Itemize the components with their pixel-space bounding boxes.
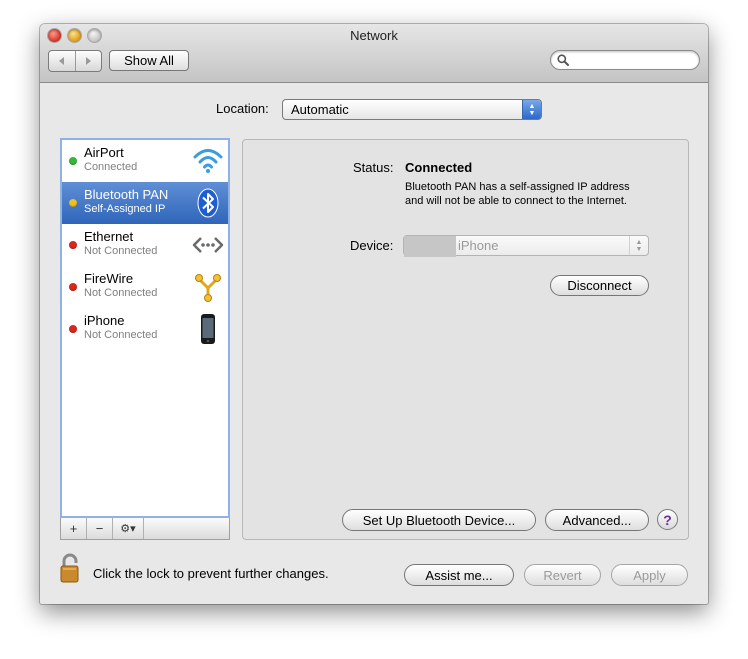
service-item-bluetooth-pan[interactable]: Bluetooth PAN Self-Assigned IP [62, 182, 228, 224]
window-title: Network [350, 28, 398, 43]
service-status: Not Connected [84, 329, 158, 341]
service-name: AirPort [84, 145, 124, 160]
service-list-toolbar: + − ⚙▾ [60, 518, 230, 540]
lock-message: Click the lock to prevent further change… [93, 566, 329, 581]
action-menu-button[interactable]: ⚙▾ [113, 518, 144, 539]
ethernet-icon [192, 237, 224, 253]
add-service-button[interactable]: + [61, 518, 87, 539]
status-dot-green [69, 157, 77, 165]
service-name: Bluetooth PAN [84, 187, 169, 202]
network-preferences-window: Network Show All Location: Automatic ▲ ▼ … [40, 24, 708, 604]
bluetooth-icon [197, 188, 219, 218]
service-name: iPhone [84, 313, 125, 328]
service-status: Not Connected [84, 287, 158, 299]
set-up-bluetooth-device-button[interactable]: Set Up Bluetooth Device... [342, 509, 536, 531]
wifi-icon [193, 149, 223, 173]
right-triangle-icon [86, 57, 92, 65]
lock-icon[interactable] [60, 552, 86, 584]
service-item-firewire[interactable]: FireWire Not Connected [62, 266, 228, 308]
disconnect-button[interactable]: Disconnect [550, 275, 649, 296]
apply-button[interactable]: Apply [611, 564, 688, 586]
location-label: Location: [216, 101, 269, 116]
service-status: Connected [84, 161, 138, 173]
remove-service-button[interactable]: − [87, 518, 113, 539]
back-forward-control [48, 50, 102, 72]
status-dot-red [69, 241, 77, 249]
show-all-button[interactable]: Show All [109, 50, 189, 71]
device-label: Device: [350, 238, 394, 253]
service-item-airport[interactable]: AirPort Connected [62, 140, 228, 182]
status-value: Connected [405, 160, 473, 175]
service-name: Ethernet [84, 229, 134, 244]
left-triangle-icon [58, 57, 64, 65]
firewire-icon [195, 274, 221, 302]
service-name: FireWire [84, 271, 134, 286]
service-detail-panel: Status: Connected Bluetooth PAN has a se… [242, 139, 689, 540]
service-status: Self-Assigned IP [84, 203, 166, 215]
back-button[interactable] [49, 51, 75, 71]
advanced-button[interactable]: Advanced... [545, 509, 649, 531]
location-value: Automatic [291, 102, 349, 117]
status-dot-red [69, 325, 77, 333]
service-list[interactable]: AirPort Connected Bluetooth PAN Self-Ass… [60, 138, 230, 518]
redacted-area [404, 236, 456, 257]
help-button[interactable]: ? [657, 509, 678, 530]
popup-arrows-icon: ▲ ▼ [629, 236, 648, 255]
device-popup[interactable]: iPhone ▲ ▼ [403, 235, 649, 257]
service-status: Not Connected [84, 245, 158, 257]
popup-arrows-icon: ▲ ▼ [522, 100, 541, 119]
status-dot-yellow [69, 199, 77, 207]
window-toolbar: Network Show All [40, 24, 708, 83]
forward-button[interactable] [74, 51, 102, 71]
assist-me-button[interactable]: Assist me... [404, 564, 514, 586]
search-field[interactable] [550, 50, 700, 70]
service-item-ethernet[interactable]: Ethernet Not Connected [62, 224, 228, 266]
search-icon [557, 54, 569, 66]
device-value: iPhone [458, 238, 499, 253]
status-dot-red [69, 283, 77, 291]
service-item-iphone[interactable]: iPhone Not Connected [62, 308, 228, 350]
revert-button[interactable]: Revert [524, 564, 601, 586]
status-description: Bluetooth PAN has a self-assigned IP add… [405, 181, 630, 207]
location-popup[interactable]: Automatic ▲ ▼ [282, 99, 542, 120]
status-label: Status: [353, 160, 394, 175]
iphone-icon [201, 314, 215, 344]
